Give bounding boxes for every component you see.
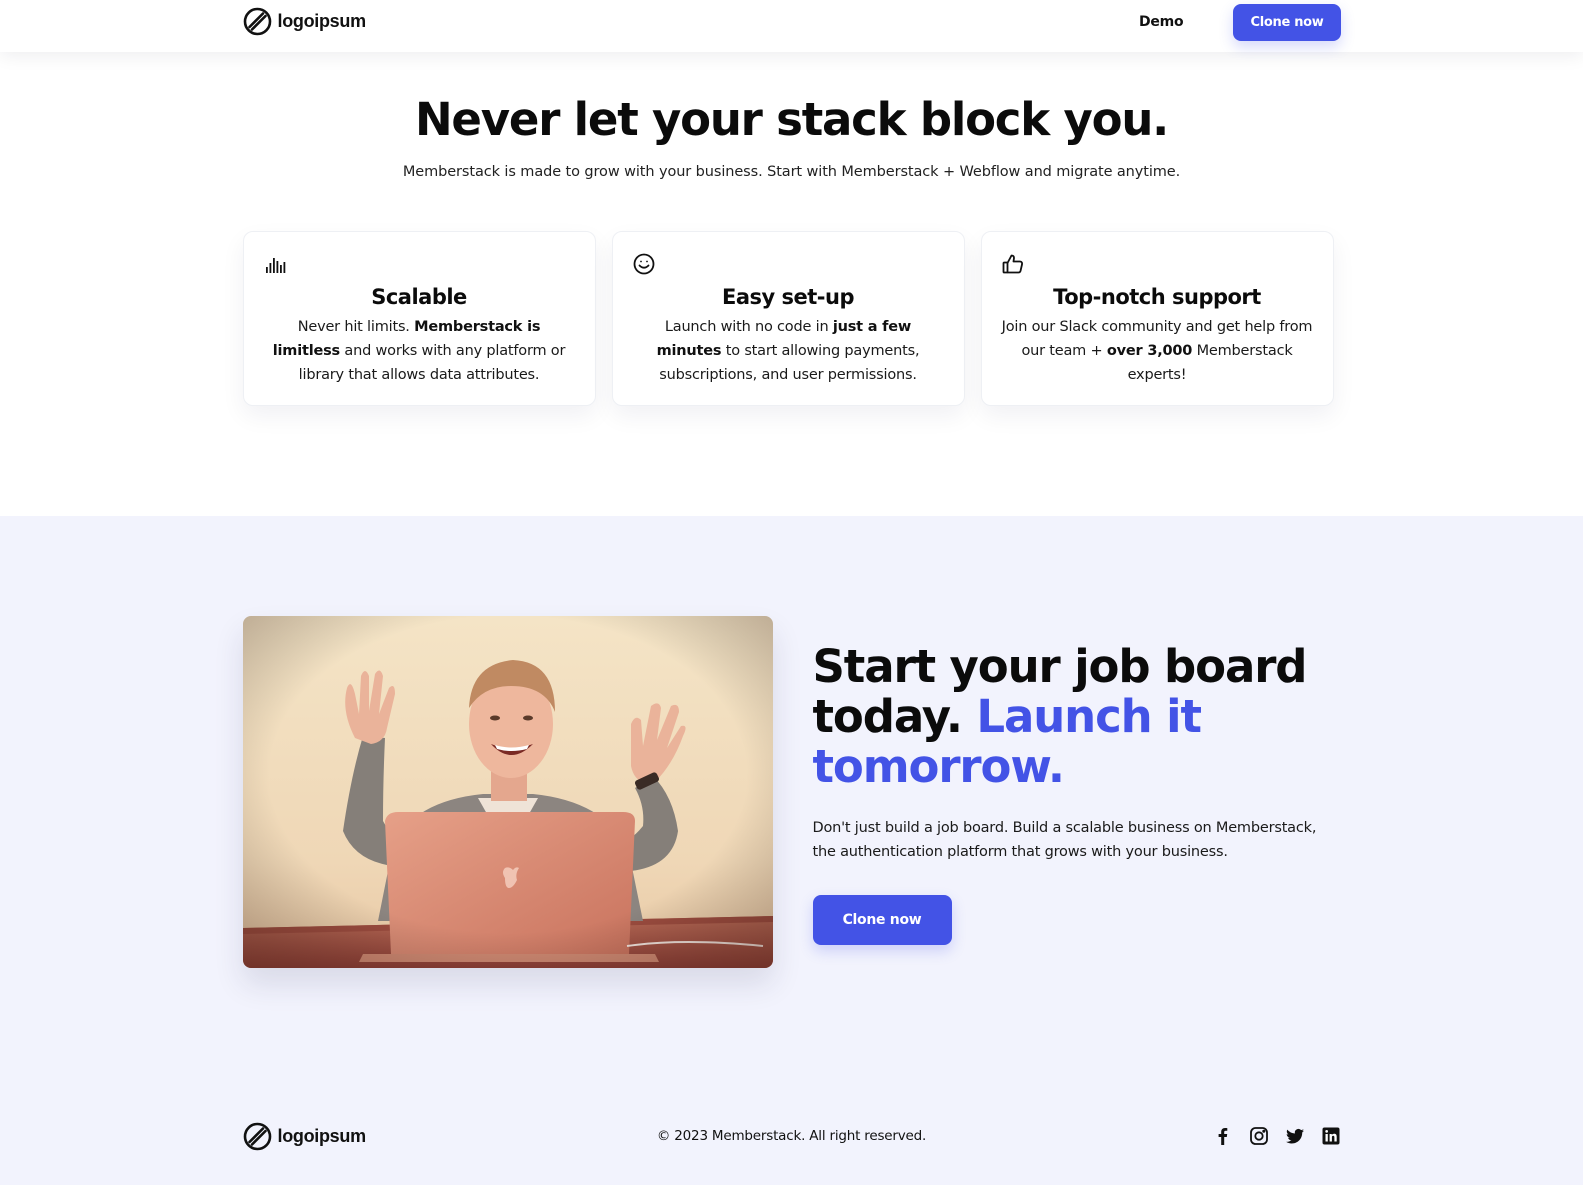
person-waving-with-laptop-photo — [242, 616, 773, 968]
feature-text: Join our Slack community and get help fr… — [1001, 319, 1313, 383]
instagram-icon[interactable] — [1249, 1126, 1269, 1146]
logo-icon — [243, 7, 272, 36]
smile-icon — [632, 252, 945, 276]
facebook-icon[interactable] — [1213, 1126, 1233, 1146]
copyright-text: © 2023 Memberstack. All right reserved. — [656, 1128, 927, 1144]
site-footer: logoipsum © 2023 Memberstack. All right … — [243, 1118, 1341, 1154]
bar-chart-icon — [263, 252, 576, 276]
feature-text: Never hit limits. Memberstack is limitle… — [272, 319, 566, 383]
twitter-icon[interactable] — [1285, 1126, 1305, 1146]
feature-text: Launch with no code in just a few minute… — [656, 319, 920, 383]
header-nav: Demo Clone now — [1139, 3, 1341, 41]
feature-title: Top-notch support — [1053, 285, 1261, 309]
feature-card-support: Top-notch support Join our Slack communi… — [980, 231, 1334, 406]
footer-logo[interactable]: logoipsum — [243, 1122, 366, 1151]
job-board-title: Start your job board today. Launch it to… — [812, 640, 1308, 793]
logo-icon — [243, 1122, 272, 1151]
nav-demo-link[interactable]: Demo — [1139, 14, 1184, 30]
header-clone-button[interactable]: Clone now — [1233, 3, 1341, 41]
feature-title: Scalable — [371, 285, 467, 309]
job-board-section: Start your job board today. Launch it to… — [0, 516, 1583, 1185]
social-links — [1213, 1126, 1341, 1146]
logo-text: logoipsum — [277, 10, 367, 31]
header-logo[interactable]: logoipsum — [243, 7, 366, 36]
job-board-description: Don't just build a job board. Build a sc… — [812, 820, 1317, 860]
linkedin-icon[interactable] — [1321, 1126, 1341, 1146]
hero-subtitle: Memberstack is made to grow with your bu… — [402, 164, 1181, 180]
feature-card-easy-setup: Easy set-up Launch with no code in just … — [611, 231, 965, 406]
logo-text: logoipsum — [277, 1125, 367, 1146]
hero-section: Never let your stack block you. Memberst… — [0, 52, 1583, 406]
thumbs-up-icon — [1001, 252, 1314, 276]
site-header: logoipsum Demo Clone now — [0, 0, 1583, 52]
job-board-content: Start your job board today. Launch it to… — [812, 640, 1341, 945]
hero-title: Never let your stack block you. — [414, 93, 1169, 146]
feature-card-scalable: Scalable Never hit limits. Memberstack i… — [242, 231, 596, 406]
job-board-clone-button[interactable]: Clone now — [812, 895, 952, 945]
feature-cards: Scalable Never hit limits. Memberstack i… — [242, 231, 1341, 406]
feature-title: Easy set-up — [722, 285, 855, 309]
